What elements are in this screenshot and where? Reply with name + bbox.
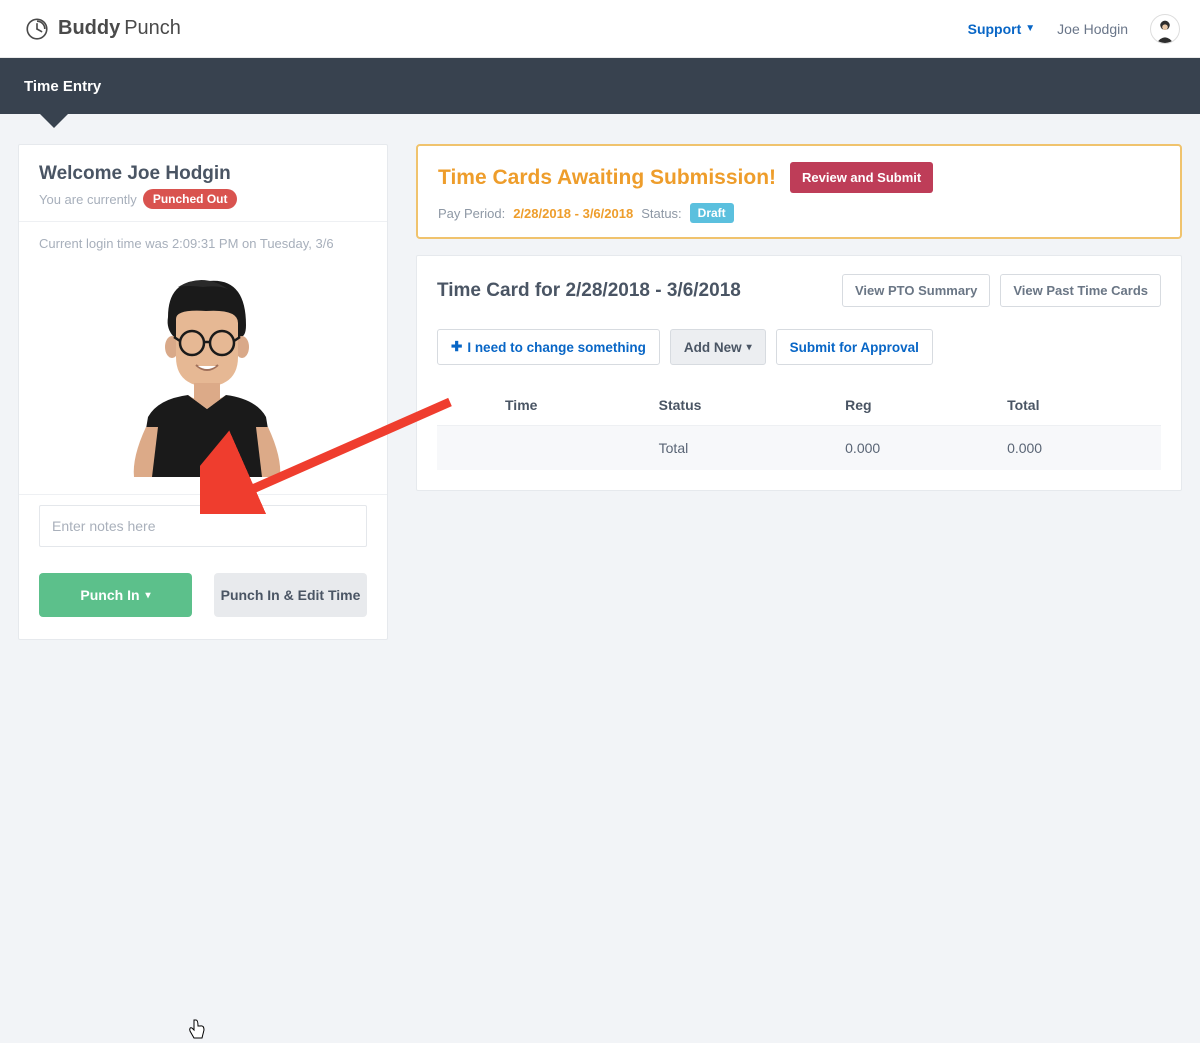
navbar: Time Entry: [0, 58, 1200, 114]
user-photo: [19, 259, 387, 494]
plus-icon: ✚: [451, 339, 462, 355]
table-total-row: Total 0.000 0.000: [437, 426, 1161, 471]
punch-card: Welcome Joe Hodgin You are currently Pun…: [18, 144, 388, 640]
punch-in-label: Punch In: [80, 587, 139, 603]
timecard-title: Time Card for 2/28/2018 - 3/6/2018: [437, 280, 741, 302]
topbar: BuddyPunch Support ▼ Joe Hodgin: [0, 0, 1200, 58]
content: Welcome Joe Hodgin You are currently Pun…: [0, 114, 1200, 660]
chevron-down-icon: ▾: [146, 590, 151, 601]
view-pto-button[interactable]: View PTO Summary: [842, 274, 990, 307]
brand-bold: Buddy: [58, 17, 120, 39]
user-name[interactable]: Joe Hodgin: [1057, 21, 1128, 37]
logo: BuddyPunch: [24, 16, 181, 42]
avatar-icon: [1151, 15, 1179, 43]
add-new-label: Add New: [684, 340, 742, 355]
support-label: Support: [968, 21, 1022, 37]
total-total: 0.000: [999, 426, 1161, 471]
total-reg: 0.000: [837, 426, 999, 471]
avatar[interactable]: [1150, 14, 1180, 44]
alert-title: Time Cards Awaiting Submission!: [438, 166, 776, 190]
submit-approval-button[interactable]: Submit for Approval: [776, 329, 933, 365]
timecard-toolbar: ✚ I need to change something Add New ▾ S…: [437, 329, 1161, 365]
notes-input[interactable]: [39, 505, 367, 547]
alert-status-badge: Draft: [690, 203, 734, 223]
col-status: Status: [651, 385, 838, 426]
nav-time-entry[interactable]: Time Entry: [24, 78, 101, 95]
chevron-down-icon: ▾: [747, 342, 752, 353]
user-photo-svg: [108, 267, 298, 477]
alert-status-label: Status:: [641, 206, 681, 221]
chevron-down-icon: ▼: [1025, 23, 1035, 34]
table-header-row: Time Status Reg Total: [437, 385, 1161, 426]
alert-card: Time Cards Awaiting Submission! Review a…: [416, 144, 1182, 239]
change-something-button[interactable]: ✚ I need to change something: [437, 329, 660, 365]
welcome-title: Welcome Joe Hodgin: [39, 163, 367, 185]
total-label: Total: [651, 426, 838, 471]
change-something-label: I need to change something: [467, 340, 646, 355]
pay-period-value: 2/28/2018 - 3/6/2018: [513, 206, 633, 221]
welcome-sub: You are currently Punched Out: [39, 189, 367, 209]
review-submit-button[interactable]: Review and Submit: [790, 162, 933, 193]
timecard-table: Time Status Reg Total Total 0.000 0.000: [437, 385, 1161, 470]
status-badge: Punched Out: [143, 189, 238, 209]
col-time: Time: [497, 385, 651, 426]
view-past-button[interactable]: View Past Time Cards: [1000, 274, 1161, 307]
cursor-pointer-icon: [187, 1018, 207, 1043]
currently-prefix: You are currently: [39, 192, 137, 207]
timecard-panel: Time Card for 2/28/2018 - 3/6/2018 View …: [416, 255, 1182, 491]
pay-period-label: Pay Period:: [438, 206, 505, 221]
col-total: Total: [999, 385, 1161, 426]
login-time: Current login time was 2:09:31 PM on Tue…: [19, 222, 387, 259]
clock-icon: [24, 16, 50, 42]
brand-light: Punch: [124, 17, 181, 39]
punch-in-edit-button[interactable]: Punch In & Edit Time: [214, 573, 367, 617]
punch-button-row: Punch In ▾ Punch In & Edit Time: [19, 547, 387, 639]
col-reg: Reg: [845, 397, 871, 413]
add-new-button[interactable]: Add New ▾: [670, 329, 766, 365]
support-link[interactable]: Support ▼: [968, 21, 1036, 37]
punch-edit-label: Punch In & Edit Time: [221, 587, 361, 603]
punch-in-button[interactable]: Punch In ▾: [39, 573, 192, 617]
topbar-right: Support ▼ Joe Hodgin: [968, 14, 1180, 44]
